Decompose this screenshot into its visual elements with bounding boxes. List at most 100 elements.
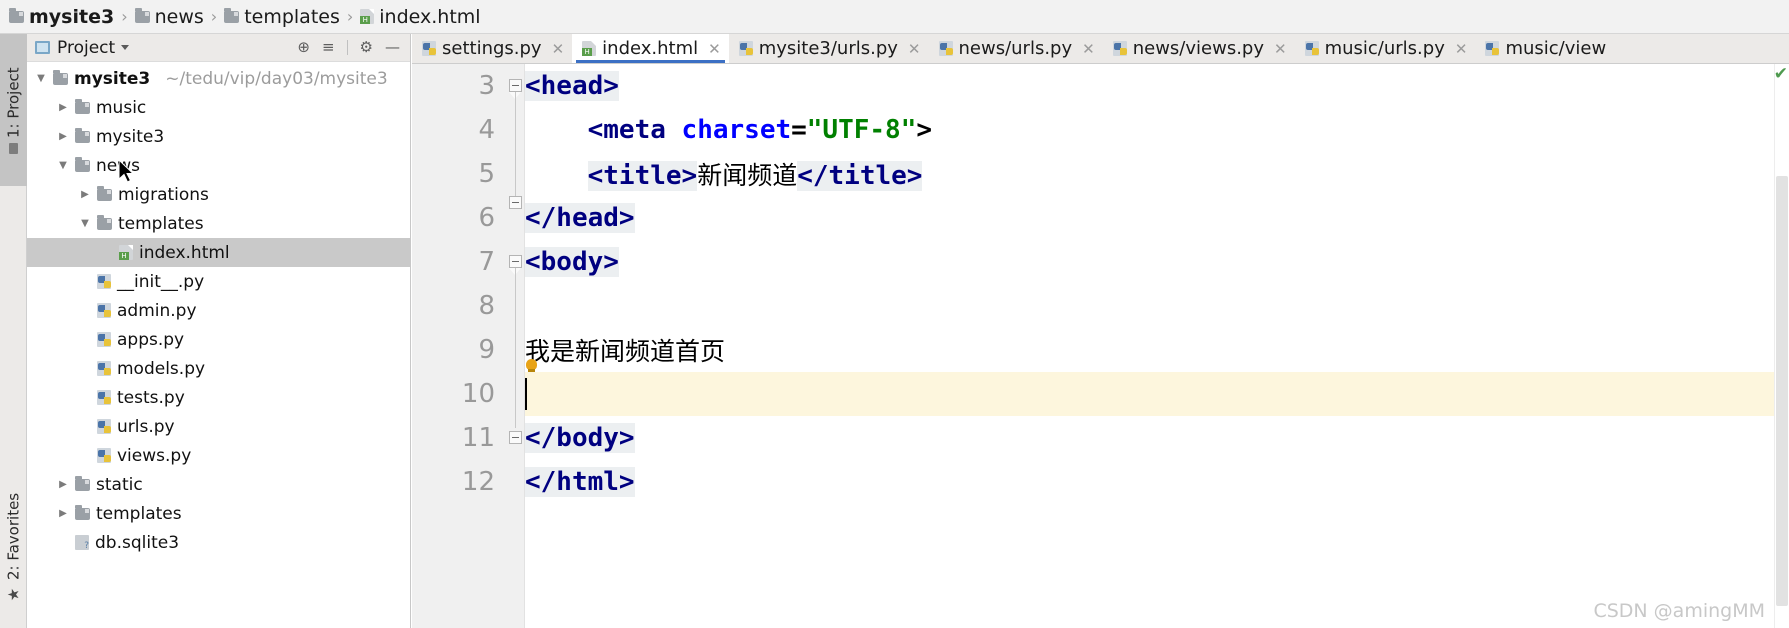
tree-row[interactable]: ▼ news (27, 151, 410, 180)
editor-tab-label: mysite3/urls.py (758, 38, 898, 59)
chevron-collapsed-icon[interactable]: ▶ (57, 479, 69, 490)
fold-handle-body[interactable] (509, 255, 522, 268)
tree-row[interactable]: ▼ mysite3 ~/tedu/vip/day03/mysite3 (27, 64, 410, 93)
code-token-body-open: <body> (525, 247, 619, 277)
tree-row[interactable]: ▶ static (27, 470, 410, 499)
tree-row[interactable]: ▶ music (27, 93, 410, 122)
chevron-collapsed-icon[interactable]: ▶ (57, 508, 69, 519)
breadcrumb-item-index-html[interactable]: index.html (360, 5, 481, 28)
chevron-expanded-icon[interactable]: ▼ (57, 160, 69, 171)
chevron-collapsed-icon[interactable]: ▶ (57, 102, 69, 113)
code-line-8[interactable]: 8 (478, 284, 1789, 328)
tree-row[interactable]: ▶ migrations (27, 180, 410, 209)
code-line-4[interactable]: 4 <meta charset="UTF-8"> (478, 108, 1789, 152)
breadcrumb-item-news[interactable]: news (134, 6, 204, 28)
breadcrumb-separator: › (346, 7, 354, 26)
python-file-icon (738, 41, 753, 56)
tool-window-button-favorites[interactable]: ★ 2: Favorites (0, 468, 27, 628)
editor-tab-settings-py[interactable]: settings.py ✕ (412, 34, 572, 63)
chevron-collapsed-icon[interactable]: ▶ (57, 131, 69, 142)
tree-row[interactable]: ▶ db.sqlite3 (27, 528, 410, 557)
fold-handle-head-end[interactable] (509, 196, 522, 209)
editor-tab-mysite3-urls-py[interactable]: mysite3/urls.py ✕ (729, 34, 929, 63)
editor-tab-label: news/views.py (1132, 38, 1264, 59)
tool-window-button-project[interactable]: 1: Project (0, 34, 27, 186)
editor-tab-music-urls-py[interactable]: music/urls.py ✕ (1295, 34, 1476, 63)
chevron-collapsed-icon[interactable]: ▶ (79, 189, 91, 200)
editor-marker-gutter[interactable]: ✔ (1774, 64, 1789, 628)
spacer-icon: ▶ (79, 450, 91, 461)
tree-row[interactable]: ▶ admin.py (27, 296, 410, 325)
code-line-6[interactable]: 6 </head> (478, 196, 1789, 240)
tree-row[interactable]: ▼ templates (27, 209, 410, 238)
editor-tab-news-views-py[interactable]: news/views.py ✕ (1103, 34, 1295, 63)
fold-handle-head[interactable] (509, 79, 522, 92)
line-number: 7 (478, 247, 495, 277)
minimize-icon[interactable]: — (385, 40, 400, 55)
project-tree: ▼ mysite3 ~/tedu/vip/day03/mysite3 ▶ mus… (27, 62, 410, 557)
code-line-10-current[interactable]: 10 (462, 372, 1789, 416)
code-folding-gutter[interactable] (505, 64, 525, 628)
project-tool-window: Project ⊕ ≡ ⚙ — ▼ mysite3 ~/tedu/vip/day… (27, 34, 411, 628)
breadcrumb-item-mysite3[interactable]: mysite3 (9, 6, 114, 28)
close-icon[interactable]: ✕ (1455, 40, 1468, 58)
tree-row[interactable]: ▶ views.py (27, 441, 410, 470)
folder-icon (134, 7, 150, 23)
spacer-icon: ▶ (57, 537, 69, 548)
tree-row[interactable]: ▶ urls.py (27, 412, 410, 441)
code-line-7[interactable]: 7 <body> (478, 240, 1789, 284)
close-icon[interactable]: ✕ (1082, 40, 1095, 58)
tree-row[interactable]: ▶ __init__.py (27, 267, 410, 296)
tree-row-index-html[interactable]: ▶ index.html (27, 238, 410, 267)
tree-item-label: views.py (117, 445, 192, 466)
inspection-ok-icon[interactable]: ✔ (1774, 66, 1788, 83)
folder-icon (9, 7, 24, 23)
gear-icon[interactable]: ⚙ (360, 40, 373, 55)
code-token-title-text: 新闻频道 (697, 161, 798, 190)
tree-row[interactable]: ▶ models.py (27, 354, 410, 383)
chevron-expanded-icon[interactable]: ▼ (79, 218, 91, 229)
breadcrumb-item-templates[interactable]: templates (224, 6, 340, 28)
code-token-equals: = (791, 115, 807, 145)
tool-window-label: 1: Project (4, 67, 23, 138)
collapse-all-icon[interactable]: ≡ (322, 40, 335, 55)
fold-handle-body-end[interactable] (509, 431, 522, 444)
tree-row[interactable]: ▶ apps.py (27, 325, 410, 354)
code-line-12[interactable]: 12 </html> (462, 460, 1789, 504)
code-content[interactable]: 3 <head> 4 <meta charset="UTF-8"> 5 <tit… (462, 64, 1789, 628)
breadcrumb-label: index.html (379, 5, 481, 28)
tree-row[interactable]: ▶ mysite3 (27, 122, 410, 151)
line-number: 4 (478, 115, 495, 145)
folder-icon (97, 214, 112, 230)
folder-icon (75, 504, 90, 520)
tree-row[interactable]: ▶ tests.py (27, 383, 410, 412)
chevron-expanded-icon[interactable]: ▼ (35, 73, 47, 84)
code-line-5[interactable]: 5 <title>新闻频道</title> (478, 152, 1789, 196)
code-line-11[interactable]: 11 </body> (462, 416, 1789, 460)
line-number: 12 (461, 467, 495, 497)
editor-tab-label: news/urls.py (958, 38, 1073, 59)
code-token-meta-open: <meta (587, 115, 682, 145)
code-token-title-open: <title> (587, 161, 698, 191)
python-file-icon (97, 274, 111, 289)
line-number: 6 (478, 203, 495, 233)
sqlite-file-icon (75, 535, 89, 551)
close-icon[interactable]: ✕ (908, 40, 921, 58)
chevron-down-icon[interactable] (121, 45, 130, 50)
close-icon[interactable]: ✕ (552, 40, 565, 58)
tree-row[interactable]: ▶ templates (27, 499, 410, 528)
python-file-icon (422, 41, 436, 56)
code-token-body-close: </body> (525, 423, 635, 453)
code-line-3[interactable]: 3 <head> (478, 64, 1789, 108)
close-icon[interactable]: ✕ (708, 40, 721, 58)
close-icon[interactable]: ✕ (1274, 40, 1287, 58)
vertical-scrollbar-thumb[interactable] (1776, 176, 1788, 606)
editor-tab-index-html[interactable]: index.html ✕ (572, 34, 729, 63)
code-line-9[interactable]: 9 我是新闻频道首页 (478, 328, 1789, 373)
code-editor[interactable]: 3 <head> 4 <meta charset="UTF-8"> 5 <tit… (412, 64, 1789, 628)
editor-tab-news-urls-py[interactable]: news/urls.py ✕ (929, 34, 1103, 63)
editor-tab-music-views-py[interactable]: music/view (1475, 34, 1614, 63)
locate-icon[interactable]: ⊕ (297, 40, 310, 55)
editor-tab-label: index.html (602, 38, 699, 59)
tree-item-label: news (96, 155, 140, 176)
